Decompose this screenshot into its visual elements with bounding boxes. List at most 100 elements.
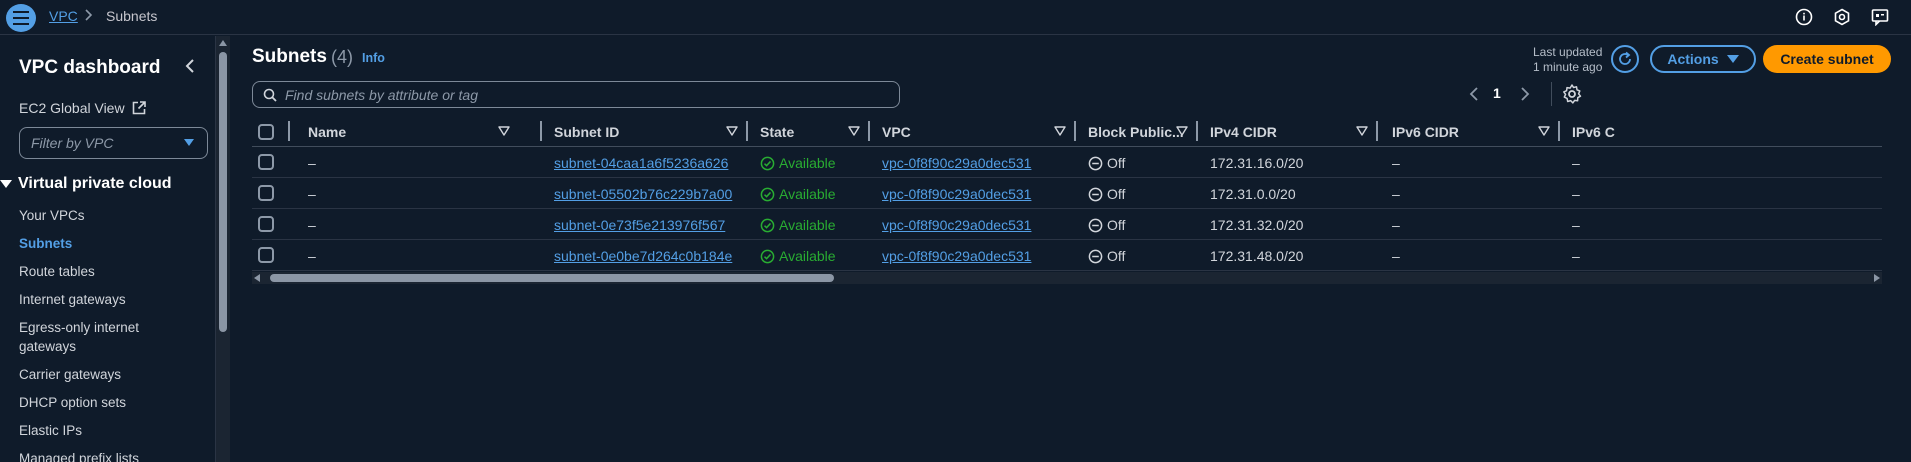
create-subnet-button[interactable]: Create subnet [1763, 45, 1891, 73]
select-all-checkbox[interactable] [258, 124, 274, 140]
column-header[interactable]: State [760, 124, 794, 140]
vpc-filter-select[interactable]: Filter by VPC [19, 127, 208, 159]
sidebar-collapse-button[interactable] [179, 55, 201, 77]
sidebar-title: VPC dashboard [19, 57, 161, 78]
sort-icon[interactable] [1538, 126, 1550, 136]
vpc-id-link[interactable]: vpc-0f8f90c29a0dec531 [882, 186, 1031, 202]
table-preferences-button[interactable] [1560, 82, 1584, 106]
hamburger-menu-icon [13, 11, 29, 25]
column-resize-handle[interactable] [1196, 121, 1198, 141]
column-header[interactable]: VPC [882, 124, 911, 140]
previous-page-button[interactable] [1465, 83, 1485, 105]
column-resize-handle[interactable] [1558, 121, 1560, 141]
sidebar-item-label: EC2 Global View [19, 100, 125, 116]
sidebar-item[interactable]: DHCP option sets [19, 393, 169, 412]
sort-icon[interactable] [848, 126, 860, 136]
ipv6-cidr: – [1392, 155, 1400, 171]
caret-down-icon [184, 139, 194, 146]
table-row[interactable]: – subnet-05502b76c229b7a00 Available vpc-0f… [252, 178, 1882, 209]
sidebar-item[interactable]: Egress-only internet gateways [19, 318, 169, 356]
chevron-left-icon [1469, 87, 1478, 101]
search-input[interactable] [285, 86, 875, 103]
sort-icon[interactable] [1054, 126, 1066, 136]
hexagon-settings-icon[interactable] [1831, 6, 1853, 28]
state-label: Available [779, 186, 836, 202]
vpc-id-link[interactable]: vpc-0f8f90c29a0dec531 [882, 217, 1031, 233]
sidebar-item-ec2-global-view[interactable]: EC2 Global View [19, 100, 147, 116]
column-resize-handle[interactable] [1074, 121, 1076, 141]
column-resize-handle[interactable] [746, 121, 748, 141]
breadcrumb-separator-icon [84, 6, 94, 27]
vpc-id-link[interactable]: vpc-0f8f90c29a0dec531 [882, 248, 1031, 264]
block-public-access-label: Off [1107, 248, 1126, 264]
subnet-id-link[interactable]: subnet-0e0be7d264c0b184e [554, 248, 732, 264]
column-header[interactable]: Block Public... [1088, 124, 1184, 140]
column-header[interactable]: IPv4 CIDR [1210, 124, 1277, 140]
column-resize-handle[interactable] [540, 121, 542, 141]
table-row[interactable]: – subnet-04caa1a6f5236a626 Available vpc-0f… [252, 147, 1882, 178]
next-page-button[interactable] [1514, 83, 1534, 105]
column-resize-handle[interactable] [868, 121, 870, 141]
check-circle-icon [760, 187, 775, 201]
sort-icon[interactable] [498, 126, 510, 136]
vpc-filter-placeholder: Filter by VPC [31, 135, 114, 151]
column-resize-handle[interactable] [1376, 121, 1378, 141]
row-checkbox[interactable] [258, 216, 274, 232]
table-horizontal-scrollbar[interactable] [252, 272, 1882, 284]
feedback-icon[interactable] [1869, 6, 1891, 28]
toolbar-divider [1551, 82, 1552, 106]
scroll-right-arrow-icon[interactable] [1874, 274, 1880, 282]
column-header[interactable]: Name [308, 124, 346, 140]
state-label: Available [779, 155, 836, 171]
sidebar-item[interactable]: Subnets [19, 234, 169, 253]
column-header[interactable]: IPv6 C [1572, 124, 1615, 140]
subnet-id-link[interactable]: subnet-04caa1a6f5236a626 [554, 155, 728, 171]
state-label: Available [779, 248, 836, 264]
sidebar-item[interactable]: Your VPCs [19, 206, 169, 225]
row-checkbox[interactable] [258, 247, 274, 263]
info-link[interactable]: Info [362, 51, 385, 65]
sidebar-section-virtual-private-cloud[interactable]: Virtual private cloud [0, 175, 172, 193]
table-row[interactable]: – subnet-0e0be7d264c0b184e Available vpc-0f… [252, 240, 1882, 271]
breadcrumb-vpc-link[interactable]: VPC [49, 8, 78, 24]
last-updated-label: Last updated [1533, 45, 1603, 59]
menu-toggle-button[interactable] [6, 4, 36, 32]
search-icon [263, 88, 277, 102]
sidebar-item[interactable]: Elastic IPs [19, 421, 169, 440]
sort-icon[interactable] [1356, 126, 1368, 136]
refresh-button[interactable] [1611, 45, 1639, 73]
row-checkbox[interactable] [258, 154, 274, 170]
current-page-number[interactable]: 1 [1493, 85, 1501, 101]
search-field[interactable] [252, 81, 900, 108]
sidebar-scrollbar[interactable] [216, 36, 230, 462]
block-public-access-status: Off [1088, 186, 1125, 202]
block-public-access-status: Off [1088, 155, 1125, 171]
actions-button[interactable]: Actions [1650, 45, 1756, 73]
subnet-id-link[interactable]: subnet-0e73f5e213976f567 [554, 217, 725, 233]
main-content: Subnets (4) Info Last updated 1 minute a… [230, 36, 1911, 462]
check-circle-icon [760, 218, 775, 232]
scroll-left-arrow-icon[interactable] [254, 274, 260, 282]
ipv6-cidr-extra: – [1572, 186, 1580, 202]
column-header[interactable]: IPv6 CIDR [1392, 124, 1459, 140]
block-public-access-label: Off [1107, 186, 1126, 202]
info-icon[interactable] [1793, 6, 1815, 28]
actions-label: Actions [1667, 51, 1719, 67]
vpc-id-link[interactable]: vpc-0f8f90c29a0dec531 [882, 155, 1031, 171]
refresh-icon [1619, 51, 1631, 65]
scroll-up-arrow-icon[interactable] [219, 40, 227, 46]
table-row[interactable]: – subnet-0e73f5e213976f567 Available vpc-0f… [252, 209, 1882, 240]
column-header[interactable]: Subnet ID [554, 124, 619, 140]
sidebar-item[interactable]: Internet gateways [19, 290, 169, 309]
sidebar-item[interactable]: Carrier gateways [19, 365, 169, 384]
ipv6-cidr-extra: – [1572, 155, 1580, 171]
state-badge: Available [760, 186, 836, 202]
row-checkbox[interactable] [258, 185, 274, 201]
sidebar-scrollbar-thumb[interactable] [219, 52, 227, 332]
subnet-id-link[interactable]: subnet-05502b76c229b7a00 [554, 186, 732, 202]
sort-icon[interactable] [1176, 126, 1188, 136]
table-scrollbar-thumb[interactable] [270, 274, 834, 282]
sidebar-item[interactable]: Route tables [19, 262, 169, 281]
sidebar-item[interactable]: Managed prefix lists [19, 449, 169, 462]
sort-icon[interactable] [726, 126, 738, 136]
